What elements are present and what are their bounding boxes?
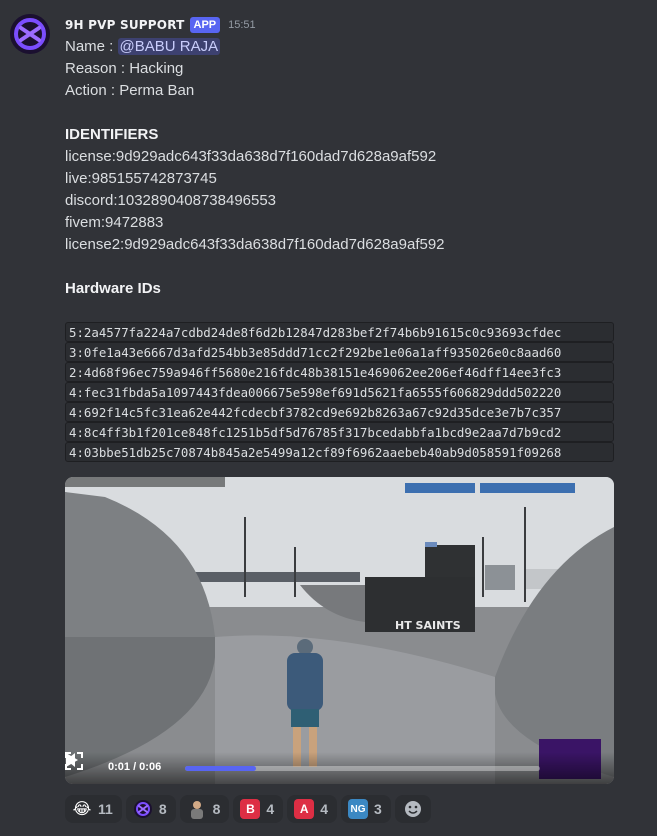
identifier-license: license:9d929adc643f33da638d7f160dad7d62…	[65, 148, 437, 165]
person-emoji-icon	[186, 799, 207, 819]
video-time: 0:01 / 0:06	[108, 761, 162, 773]
app-badge: APP	[189, 17, 221, 33]
reaction-count: 4	[266, 801, 275, 817]
reaction-person[interactable]: 8	[179, 795, 230, 823]
server-logo-icon	[10, 14, 50, 54]
message-content: Name : @BABU RAJA Reason : Hacking Actio…	[65, 36, 645, 300]
hardware-id: 5:2a4577fa224a7cdbd24de8f6d2b12847d283be…	[65, 322, 614, 342]
a-button-icon: A	[294, 799, 315, 819]
hardware-id: 3:0fe1a43e6667d3afd254bb3e85ddd71cc2f292…	[65, 342, 614, 362]
name-line: Name : @BABU RAJA	[65, 36, 645, 58]
video-attachment[interactable]: HT SAINTS 0:01 / 0:06	[65, 477, 614, 784]
name-label: Name :	[65, 38, 118, 55]
hardware-id: 4:03bbe51db25c70874b845a2e5499a12cf89f69…	[65, 442, 614, 462]
avatar[interactable]	[10, 14, 50, 54]
reactions-bar: 😂 11 8 8 B 4 A 4 NG 3	[65, 795, 431, 825]
message-header: 9H PVP SUPPORT APP 15:51	[65, 15, 256, 35]
user-mention[interactable]: @BABU RAJA	[117, 38, 221, 55]
scene-graffiti-text: HT SAINTS	[395, 619, 461, 632]
hardware-ids-list: 5:2a4577fa224a7cdbd24de8f6d2b12847d283be…	[65, 322, 614, 472]
fullscreen-icon[interactable]	[65, 752, 83, 770]
joy-emoji-icon: 😂	[72, 801, 92, 818]
add-reaction-button[interactable]	[394, 795, 431, 823]
identifier-discord: discord:1032890408738496553	[65, 192, 277, 209]
video-progress-bar[interactable]	[185, 766, 540, 771]
b-button-icon: B	[240, 799, 261, 819]
video-progress-fill	[185, 766, 256, 771]
add-reaction-icon	[404, 801, 421, 817]
reaction-count: 8	[212, 801, 221, 817]
reaction-joy[interactable]: 😂 11	[65, 795, 122, 823]
reaction-count: 11	[98, 801, 113, 817]
hardware-heading: Hardware IDs	[65, 280, 161, 297]
identifier-live: live:985155742873745	[65, 170, 217, 187]
ng-button-icon: NG	[348, 799, 368, 819]
reaction-server[interactable]: 8	[125, 795, 176, 823]
hardware-id: 2:4d68f96ec759a946ff5680e216fdc48b38151e…	[65, 362, 614, 382]
identifiers-heading: IDENTIFIERS	[65, 126, 159, 143]
message-timestamp[interactable]: 15:51	[228, 19, 256, 31]
reaction-count: 8	[158, 801, 167, 817]
reaction-b[interactable]: B 4	[233, 795, 284, 823]
reaction-count: 3	[374, 801, 382, 817]
hardware-id: 4:fec31fbda5a1097443fdea006675e598ef691d…	[65, 382, 614, 402]
reaction-count: 4	[320, 801, 328, 817]
video-frame: HT SAINTS	[65, 477, 614, 784]
author-name[interactable]: 9H PVP SUPPORT	[65, 18, 185, 32]
hardware-id: 4:692f14c5fc31ea62e442fcdecbf3782cd9e692…	[65, 402, 614, 422]
video-controls: 0:01 / 0:06	[65, 752, 614, 784]
reaction-a[interactable]: A 4	[287, 795, 337, 823]
reason-line: Reason : Hacking	[65, 60, 184, 77]
chat-message: 9H PVP SUPPORT APP 15:51 Name : @BABU RA…	[0, 0, 657, 836]
action-line: Action : Perma Ban	[65, 82, 195, 99]
identifier-fivem: fivem:9472883	[65, 214, 164, 231]
reaction-ng[interactable]: NG 3	[341, 795, 391, 823]
server-logo-icon	[133, 800, 152, 818]
hardware-id: 4:8c4ff3b1f201ce848fc1251b5df5d76785f317…	[65, 422, 614, 442]
identifier-license2: license2:9d929adc643f33da638d7f160dad7d6…	[65, 236, 445, 253]
